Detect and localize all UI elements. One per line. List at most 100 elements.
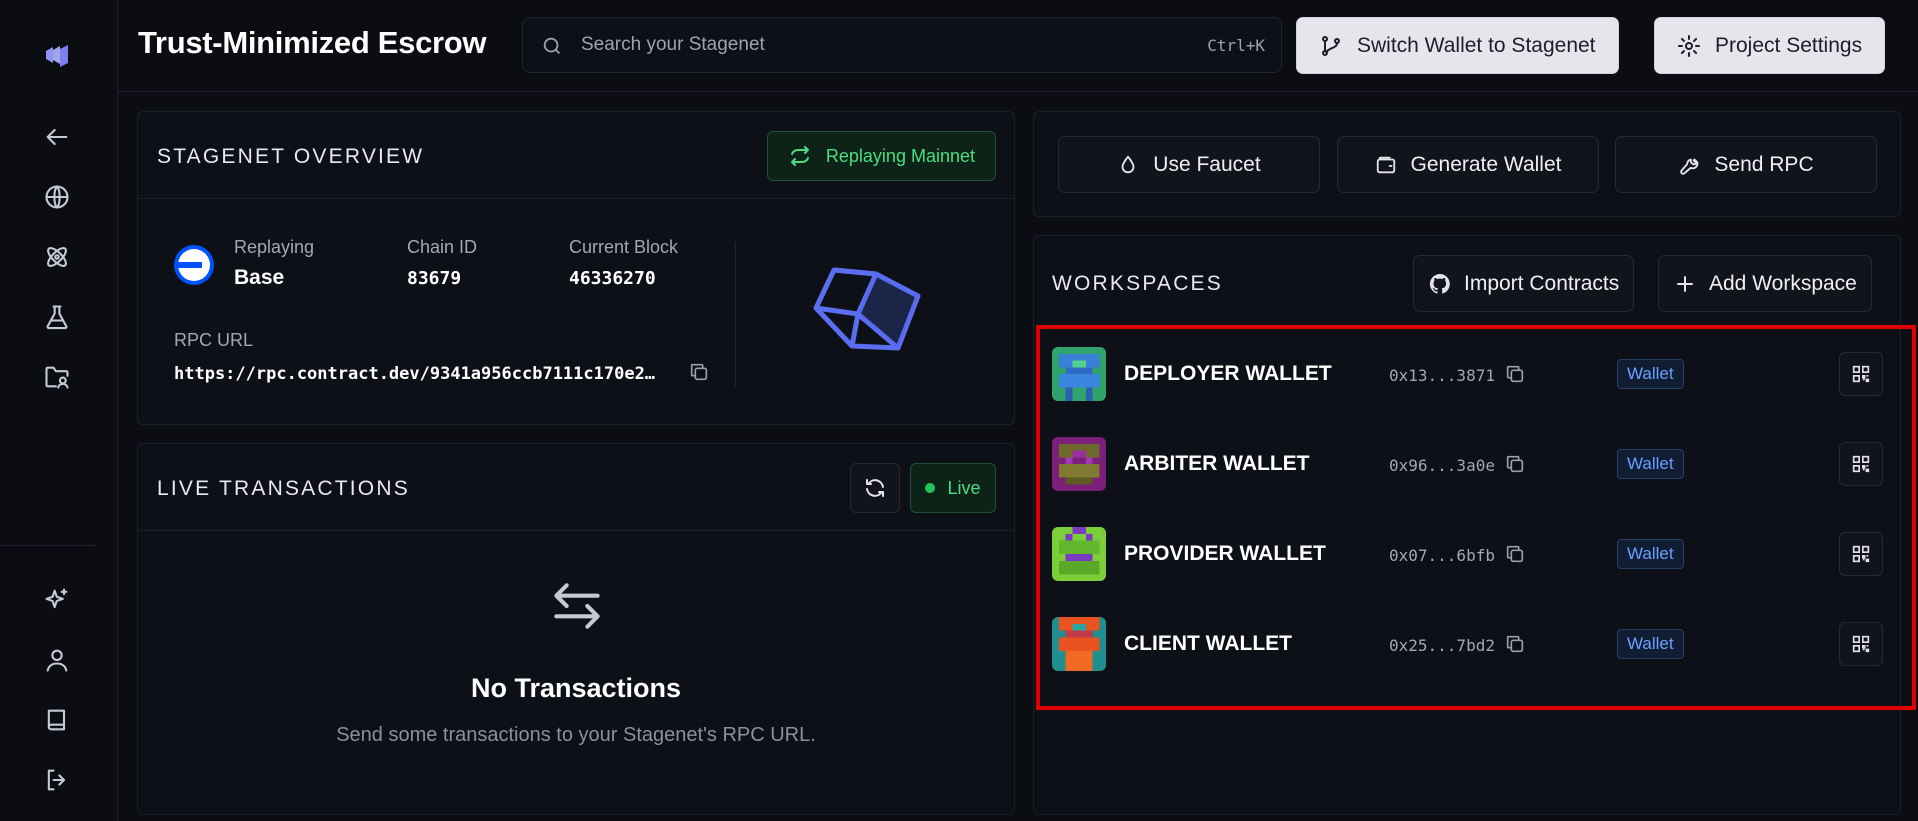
qr-code-button[interactable] xyxy=(1839,622,1883,666)
stagenet-overview-panel: STAGENET OVERVIEW Replaying Mainnet Repl… xyxy=(137,111,1015,425)
copy-icon xyxy=(1506,635,1524,653)
git-branch-icon xyxy=(1322,35,1340,56)
live-transactions-panel: LIVE TRANSACTIONS Live No Transactions S… xyxy=(137,443,1015,815)
add-workspace-label: Add Workspace xyxy=(1709,271,1857,295)
send-rpc-label: Send RPC xyxy=(1714,152,1814,176)
qr-code-button[interactable] xyxy=(1839,532,1883,576)
live-dot xyxy=(925,483,936,493)
folder-user-icon[interactable] xyxy=(37,357,77,397)
github-icon xyxy=(1429,273,1450,294)
back-arrow-icon[interactable] xyxy=(37,117,77,157)
page-title: Trust-Minimized Escrow xyxy=(138,25,487,60)
switch-wallet-button[interactable]: Switch Wallet to Stagenet xyxy=(1296,17,1619,74)
app-root: Trust-Minimized Escrow Ctrl+K Switch Wal… xyxy=(0,0,1918,821)
sidebar-divider xyxy=(0,545,95,546)
overview-vertical-divider xyxy=(735,242,736,387)
header: Trust-Minimized Escrow Ctrl+K Switch Wal… xyxy=(118,0,1918,92)
logout-icon[interactable] xyxy=(37,760,77,800)
copy-icon xyxy=(1506,455,1524,473)
qr-code-button[interactable] xyxy=(1839,442,1883,486)
refresh-icon xyxy=(866,479,884,497)
chain-id-label: Chain ID xyxy=(407,237,478,257)
current-block-label: Current Block xyxy=(569,237,679,257)
sidebar xyxy=(0,0,118,821)
replaying-mainnet-label: Replaying Mainnet xyxy=(825,145,975,166)
wallet-tag: Wallet xyxy=(1617,449,1684,479)
flask-icon[interactable] xyxy=(37,297,77,337)
logo-icon[interactable] xyxy=(37,35,77,75)
wallet-name: DEPLOYER WALLET xyxy=(1124,362,1332,385)
qr-code-icon xyxy=(1852,455,1870,473)
add-workspace-button[interactable]: Add Workspace xyxy=(1658,255,1872,312)
arrows-exchange-icon xyxy=(554,583,600,629)
use-faucet-button[interactable]: Use Faucet xyxy=(1058,136,1320,193)
wallet-row-arbiter[interactable]: ARBITER WALLET 0x96...3a0e Wallet xyxy=(1052,434,1892,494)
base-chain-logo xyxy=(174,245,214,285)
copy-icon xyxy=(1506,545,1524,563)
wallet-name: CLIENT WALLET xyxy=(1124,632,1292,655)
wallet-row-deployer[interactable]: DEPLOYER WALLET 0x13...3871 Wallet xyxy=(1052,344,1892,404)
generate-wallet-button[interactable]: Generate Wallet xyxy=(1337,136,1599,193)
project-settings-label: Project Settings xyxy=(1715,33,1863,57)
qr-code-icon xyxy=(1852,545,1870,563)
copy-rpc-button[interactable] xyxy=(688,361,712,385)
import-contracts-label: Import Contracts xyxy=(1464,271,1620,295)
wallet-address: 0x13...3871 xyxy=(1389,366,1495,385)
rpc-url-value: https://rpc.contract.dev/9341a956ccb7111… xyxy=(174,364,656,384)
copy-icon xyxy=(690,363,708,381)
wallet-address: 0x96...3a0e xyxy=(1389,456,1495,475)
qr-code-icon xyxy=(1852,635,1870,653)
workspaces-title: WORKSPACES xyxy=(1052,272,1223,295)
wallet-avatar xyxy=(1052,617,1106,671)
current-block-value: 46336270 xyxy=(569,268,656,289)
project-settings-button[interactable]: Project Settings xyxy=(1654,17,1886,74)
wallet-address: 0x25...7bd2 xyxy=(1389,636,1495,655)
plus-icon xyxy=(1677,275,1693,292)
switch-wallet-label: Switch Wallet to Stagenet xyxy=(1357,33,1596,57)
copy-address-button[interactable] xyxy=(1504,543,1528,567)
chain-id-value: 83679 xyxy=(407,268,462,289)
replaying-value: Base xyxy=(234,266,285,289)
search-input[interactable] xyxy=(581,18,1181,72)
use-faucet-label: Use Faucet xyxy=(1153,152,1261,176)
sparkles-icon[interactable] xyxy=(37,580,77,620)
copy-icon xyxy=(1506,365,1524,383)
actions-panel: Use Faucet Generate Wallet Send RPC xyxy=(1033,111,1901,217)
copy-address-button[interactable] xyxy=(1504,363,1528,387)
repeat-icon xyxy=(790,146,809,166)
send-rpc-button[interactable]: Send RPC xyxy=(1615,136,1877,193)
search-icon xyxy=(541,35,563,57)
wrench-icon xyxy=(1680,158,1699,175)
atom-icon[interactable] xyxy=(37,237,77,277)
refresh-button[interactable] xyxy=(850,463,900,513)
wallet-tag: Wallet xyxy=(1617,629,1684,659)
copy-address-button[interactable] xyxy=(1504,633,1528,657)
import-contracts-button[interactable]: Import Contracts xyxy=(1413,255,1635,312)
copy-address-button[interactable] xyxy=(1504,453,1528,477)
rpc-url-label: RPC URL xyxy=(174,330,254,350)
live-label: Live xyxy=(947,477,981,498)
wallet-avatar xyxy=(1052,527,1106,581)
droplet-icon xyxy=(1121,155,1135,173)
no-transactions-subtitle: Send some transactions to your Stagenet'… xyxy=(336,724,816,746)
globe-icon[interactable] xyxy=(37,177,77,217)
live-status-badge: Live xyxy=(910,463,996,513)
wallet-address: 0x07...6bfb xyxy=(1389,546,1495,565)
wallet-row-provider[interactable]: PROVIDER WALLET 0x07...6bfb Wallet xyxy=(1052,524,1892,584)
book-icon[interactable] xyxy=(37,700,77,740)
qr-code-button[interactable] xyxy=(1839,352,1883,396)
wallet-avatar xyxy=(1052,437,1106,491)
user-icon[interactable] xyxy=(37,640,77,680)
wallet-name: PROVIDER WALLET xyxy=(1124,542,1326,565)
overview-title: STAGENET OVERVIEW xyxy=(157,145,425,168)
gear-icon xyxy=(1678,34,1700,57)
replaying-mainnet-badge: Replaying Mainnet xyxy=(766,131,996,181)
cube-icon xyxy=(813,267,921,351)
wallet-name: ARBITER WALLET xyxy=(1124,452,1310,475)
wallet-tag: Wallet xyxy=(1617,359,1684,389)
search-shortcut: Ctrl+K xyxy=(1207,36,1265,55)
wallet-row-client[interactable]: CLIENT WALLET 0x25...7bd2 Wallet xyxy=(1052,614,1892,674)
wallet-icon xyxy=(1376,156,1395,173)
search-bar[interactable]: Ctrl+K xyxy=(522,17,1282,73)
qr-code-icon xyxy=(1852,365,1870,383)
